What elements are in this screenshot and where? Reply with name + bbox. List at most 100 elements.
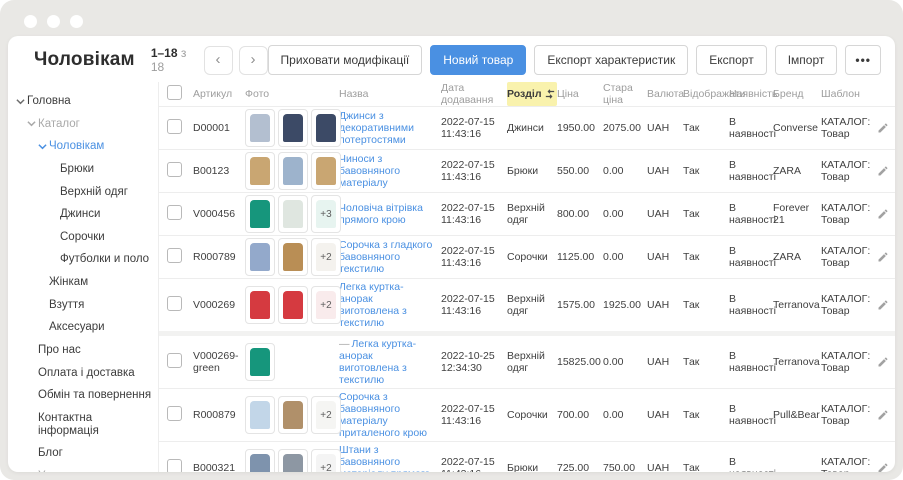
col-header-brand[interactable]: Бренд bbox=[773, 88, 821, 100]
col-header-date[interactable]: Дата додавання bbox=[441, 82, 507, 106]
more-photos-badge[interactable]: +2 bbox=[311, 396, 341, 434]
window-dot[interactable] bbox=[47, 15, 60, 28]
window-dot[interactable] bbox=[24, 15, 37, 28]
chevron-down-icon[interactable] bbox=[27, 120, 38, 127]
product-name-link[interactable]: Джинси з декоративними потертостями bbox=[339, 110, 414, 146]
product-photo[interactable] bbox=[245, 286, 275, 324]
row-checkbox[interactable] bbox=[167, 205, 182, 220]
export-characteristics-button[interactable]: Експорт характеристик bbox=[534, 45, 688, 75]
row-checkbox[interactable] bbox=[167, 296, 182, 311]
table-row[interactable]: B00123Чиноси з бавовняного матеріалу2022… bbox=[159, 149, 895, 192]
edit-icon[interactable] bbox=[877, 462, 889, 472]
table-row[interactable]: B000321+2Штани з бавовняного матеріалу п… bbox=[159, 441, 895, 472]
edit-icon[interactable] bbox=[877, 251, 889, 263]
row-checkbox[interactable] bbox=[167, 406, 182, 421]
product-photo[interactable] bbox=[245, 343, 275, 381]
sidebar-item-0[interactable]: Головна bbox=[8, 90, 158, 113]
sidebar-item-1[interactable]: Каталог bbox=[8, 113, 158, 136]
sidebar-item-2[interactable]: Чоловікам bbox=[8, 135, 158, 158]
product-photo[interactable] bbox=[245, 396, 275, 434]
sidebar-item-14[interactable]: Контактна інформація bbox=[8, 407, 158, 442]
edit-icon[interactable] bbox=[877, 122, 889, 134]
select-all-checkbox[interactable] bbox=[167, 85, 182, 100]
product-name-link[interactable]: Легка куртка-анорак виготовлена з тексти… bbox=[339, 281, 407, 329]
sidebar-item-8[interactable]: Жінкам bbox=[8, 271, 158, 294]
sidebar-item-4[interactable]: Верхній одяг bbox=[8, 181, 158, 204]
sidebar-item-3[interactable]: Брюки bbox=[8, 158, 158, 181]
product-photo[interactable] bbox=[278, 238, 308, 276]
edit-icon[interactable] bbox=[877, 208, 889, 220]
col-header-old-price[interactable]: Стара ціна bbox=[603, 82, 647, 106]
product-photo[interactable] bbox=[278, 396, 308, 434]
product-photo[interactable] bbox=[245, 238, 275, 276]
more-actions-button[interactable]: ••• bbox=[845, 45, 881, 75]
col-header-price[interactable]: Ціна bbox=[557, 88, 603, 100]
product-name-link[interactable]: Чоловіча вітрівка прямого крою bbox=[339, 202, 423, 226]
col-header-section[interactable]: Розділ bbox=[507, 82, 557, 106]
product-photo[interactable] bbox=[278, 109, 308, 147]
product-name-link[interactable]: Сорочка з гладкого бавовняного текстилю bbox=[339, 239, 432, 275]
chevron-down-icon[interactable] bbox=[16, 98, 27, 105]
col-header-name[interactable]: Назва bbox=[339, 88, 441, 100]
table-row[interactable]: V000456+3Чоловіча вітрівка прямого крою2… bbox=[159, 192, 895, 235]
product-photo[interactable] bbox=[311, 109, 341, 147]
new-product-button[interactable]: Новий товар bbox=[430, 45, 526, 75]
more-photos-badge[interactable]: +3 bbox=[311, 195, 341, 233]
row-checkbox[interactable] bbox=[167, 459, 182, 472]
product-name-link[interactable]: Легка куртка-анорак виготовлена з тексти… bbox=[339, 338, 416, 386]
actions-cell bbox=[877, 251, 895, 263]
table-row[interactable]: V000269-green—Легка куртка-анорак вигото… bbox=[159, 331, 895, 388]
next-page-button[interactable]: › bbox=[239, 46, 268, 75]
edit-icon[interactable] bbox=[877, 165, 889, 177]
edit-icon[interactable] bbox=[877, 409, 889, 421]
product-photo[interactable] bbox=[278, 152, 308, 190]
sidebar-item-13[interactable]: Обмін та повернення bbox=[8, 384, 158, 407]
col-header-currency[interactable]: Валюта bbox=[647, 88, 683, 100]
col-header-photo[interactable]: Фото bbox=[245, 88, 339, 100]
row-checkbox[interactable] bbox=[167, 119, 182, 134]
sidebar-item-16[interactable]: Угода користувача bbox=[8, 465, 158, 472]
prev-page-button[interactable]: ‹ bbox=[204, 46, 233, 75]
row-checkbox[interactable] bbox=[167, 248, 182, 263]
product-photo[interactable] bbox=[278, 286, 308, 324]
edit-icon[interactable] bbox=[877, 356, 889, 368]
import-button[interactable]: Імпорт bbox=[775, 45, 838, 75]
col-header-sku[interactable]: Артикул bbox=[193, 88, 245, 100]
table-row[interactable]: R000789+2Сорочка з гладкого бавовняного … bbox=[159, 235, 895, 278]
window-dot[interactable] bbox=[70, 15, 83, 28]
chevron-down-icon[interactable] bbox=[38, 143, 49, 150]
sort-icon[interactable] bbox=[545, 89, 555, 99]
sidebar-item-9[interactable]: Взуття bbox=[8, 294, 158, 317]
col-header-template[interactable]: Шаблон bbox=[821, 88, 877, 100]
sidebar-item-11[interactable]: Про нас bbox=[8, 339, 158, 362]
table-row[interactable]: V000269+2Легка куртка-анорак виготовлена… bbox=[159, 278, 895, 331]
more-photos-badge[interactable]: +2 bbox=[311, 449, 341, 472]
product-name-link[interactable]: Сорочка з бавовняного матеріалу притален… bbox=[339, 391, 427, 439]
hide-modifications-button[interactable]: Приховати модифікації bbox=[268, 45, 423, 75]
edit-icon[interactable] bbox=[877, 299, 889, 311]
product-photo[interactable] bbox=[245, 195, 275, 233]
sidebar-item-5[interactable]: Джинси bbox=[8, 203, 158, 226]
row-checkbox[interactable] bbox=[167, 162, 182, 177]
product-name-link[interactable]: Штани з бавовняного матеріалу прямого кр… bbox=[339, 444, 430, 472]
product-photo[interactable] bbox=[278, 449, 308, 472]
more-photos-badge[interactable]: +2 bbox=[311, 238, 341, 276]
sidebar-item-15[interactable]: Блог bbox=[8, 442, 158, 465]
col-header-availability[interactable]: Наявність bbox=[729, 88, 773, 100]
sidebar-item-6[interactable]: Сорочки bbox=[8, 226, 158, 249]
product-photo[interactable] bbox=[245, 109, 275, 147]
more-photos-badge[interactable]: +2 bbox=[311, 286, 341, 324]
table-row[interactable]: R000879+2Сорочка з бавовняного матеріалу… bbox=[159, 388, 895, 441]
product-photo[interactable] bbox=[311, 152, 341, 190]
product-photo[interactable] bbox=[245, 449, 275, 472]
table-row[interactable]: D00001Джинси з декоративними потертостям… bbox=[159, 106, 895, 149]
product-photo[interactable] bbox=[245, 152, 275, 190]
export-button[interactable]: Експорт bbox=[696, 45, 766, 75]
sidebar-item-10[interactable]: Аксесуари bbox=[8, 316, 158, 339]
product-name-link[interactable]: Чиноси з бавовняного матеріалу bbox=[339, 153, 400, 189]
row-checkbox[interactable] bbox=[167, 353, 182, 368]
product-photo[interactable] bbox=[278, 195, 308, 233]
col-header-display[interactable]: Відображати bbox=[683, 88, 729, 100]
sidebar-item-7[interactable]: Футболки и поло bbox=[8, 248, 158, 271]
sidebar-item-12[interactable]: Оплата і доставка bbox=[8, 362, 158, 385]
